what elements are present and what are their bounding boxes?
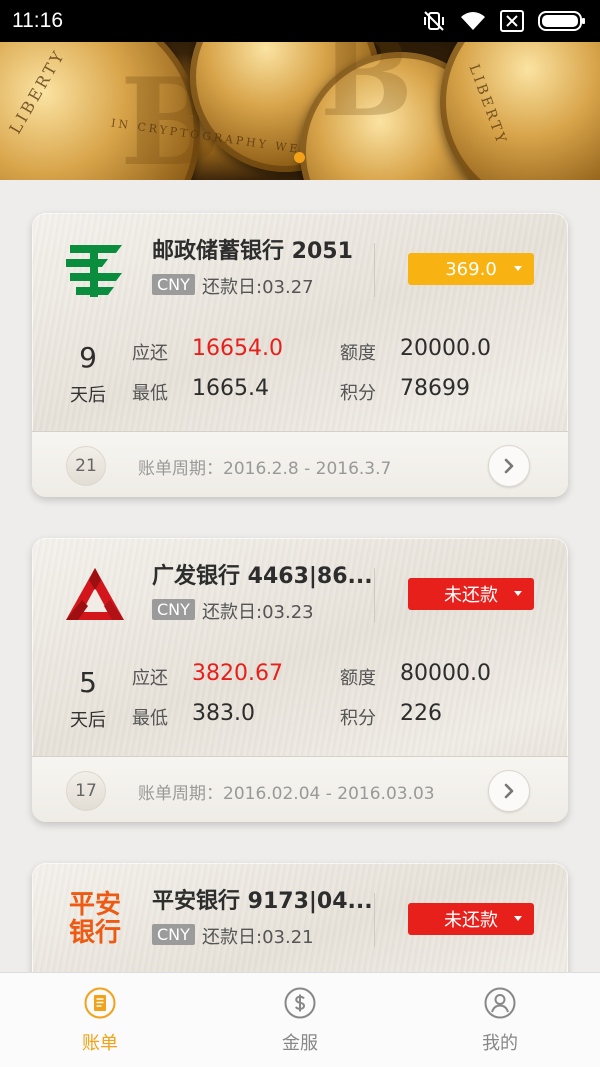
bill-icon <box>84 987 116 1019</box>
nav-item-profile[interactable]: 我的 <box>400 973 600 1067</box>
battery-icon <box>538 10 586 32</box>
billing-day-badge: 17 <box>66 771 106 811</box>
chevron-right-icon <box>504 783 514 799</box>
currency-tag: CNY <box>152 274 195 295</box>
caret-down-icon <box>514 916 522 921</box>
days-remaining: 5 <box>79 666 97 699</box>
billing-cycle-row[interactable]: 17 账单周期：2016.02.04 - 2016.03.03 <box>32 756 568 822</box>
repayment-date: 还款日:03.27 <box>202 277 314 298</box>
status-button-label: 369.0 <box>445 258 497 280</box>
vibrate-off-icon <box>422 9 446 33</box>
repayment-status-button[interactable]: 未还款 <box>408 903 534 935</box>
repayment-status-button[interactable]: 未还款 <box>408 578 534 610</box>
details-button[interactable] <box>488 445 530 487</box>
credit-limit-label: 额度 <box>340 343 376 364</box>
points-label: 积分 <box>340 383 376 404</box>
nav-label: 我的 <box>482 1033 518 1054</box>
bank-name: 广发银行 4463|86... <box>152 564 373 589</box>
repayment-date: 还款日:03.21 <box>202 927 314 948</box>
divider <box>374 893 375 947</box>
caret-down-icon <box>514 591 522 596</box>
credit-card-item[interactable]: 广发银行 4463|86... CNY 还款日:03.23 未还款 5 天后 应… <box>32 538 568 822</box>
minimum-payment-value: 383.0 <box>192 701 255 726</box>
status-bar: 11:16 <box>0 0 600 42</box>
nav-label: 金服 <box>282 1033 318 1054</box>
billing-cycle-row[interactable]: 21 账单周期：2016.2.8 - 2016.3.7 <box>32 431 568 497</box>
credit-card-item[interactable]: 邮政储蓄银行 2051 CNY 还款日:03.27 369.0 9 天后 应还 … <box>32 213 568 497</box>
guangfa-bank-logo <box>66 568 124 620</box>
caret-down-icon <box>514 266 522 271</box>
finance-icon <box>284 987 316 1019</box>
no-sim-icon <box>500 10 524 32</box>
repayment-date: 还款日:03.23 <box>202 602 314 623</box>
postal-savings-bank-logo <box>66 245 122 297</box>
divider <box>374 568 375 622</box>
pingan-logo-text-bottom: 银行 <box>68 918 121 948</box>
bitcoin-coin-image <box>440 42 600 180</box>
bank-name: 邮政储蓄银行 2051 <box>152 239 353 264</box>
currency-tag: CNY <box>152 599 195 620</box>
nav-item-finance[interactable]: 金服 <box>200 973 400 1067</box>
amount-due-value: 3820.67 <box>192 661 283 686</box>
chevron-right-icon <box>504 458 514 474</box>
promo-banner[interactable]: B LIBERTY IN CRYPTOGRAPHY WE TRUST B LIB… <box>0 42 600 180</box>
days-remaining-label: 天后 <box>70 385 106 406</box>
pingan-logo-text-top: 平安 <box>68 890 121 920</box>
coin-symbol: B <box>320 42 413 141</box>
nav-label: 账单 <box>82 1033 118 1054</box>
status-icons <box>422 9 586 33</box>
billing-day-badge: 21 <box>66 446 106 486</box>
details-button[interactable] <box>488 770 530 812</box>
points-value: 226 <box>400 701 442 726</box>
profile-icon <box>484 987 516 1019</box>
banner-page-indicator[interactable] <box>294 152 305 163</box>
credit-limit-value: 20000.0 <box>400 336 491 361</box>
bottom-navigation: 账单 金服 我的 <box>0 972 600 1067</box>
amount-due-label: 应还 <box>132 668 168 689</box>
wifi-icon <box>460 10 486 32</box>
card-header: 广发银行 4463|86... CNY 还款日:03.23 未还款 5 天后 应… <box>32 538 568 758</box>
status-button-label: 未还款 <box>444 910 498 931</box>
divider <box>374 243 375 297</box>
pingan-bank-logo: 平安 银行 <box>64 891 126 949</box>
status-time: 11:16 <box>12 9 63 32</box>
amount-due-label: 应还 <box>132 343 168 364</box>
nav-item-bills[interactable]: 账单 <box>0 973 200 1067</box>
days-remaining-label: 天后 <box>70 710 106 731</box>
minimum-payment-label: 最低 <box>132 708 168 729</box>
currency-tag: CNY <box>152 924 195 945</box>
repayment-status-button[interactable]: 369.0 <box>408 253 534 285</box>
billing-cycle-text: 账单周期：2016.02.04 - 2016.03.03 <box>138 784 435 804</box>
minimum-payment-label: 最低 <box>132 383 168 404</box>
amount-due-value: 16654.0 <box>192 336 283 361</box>
credit-limit-label: 额度 <box>340 668 376 689</box>
credit-limit-value: 80000.0 <box>400 661 491 686</box>
billing-cycle-text: 账单周期：2016.2.8 - 2016.3.7 <box>138 459 392 479</box>
minimum-payment-value: 1665.4 <box>192 376 269 401</box>
points-value: 78699 <box>400 376 470 401</box>
points-label: 积分 <box>340 708 376 729</box>
bank-name: 平安银行 9173|04... <box>152 889 373 914</box>
status-button-label: 未还款 <box>444 585 498 606</box>
days-remaining: 9 <box>79 341 97 374</box>
card-header: 邮政储蓄银行 2051 CNY 还款日:03.27 369.0 9 天后 应还 … <box>32 213 568 433</box>
